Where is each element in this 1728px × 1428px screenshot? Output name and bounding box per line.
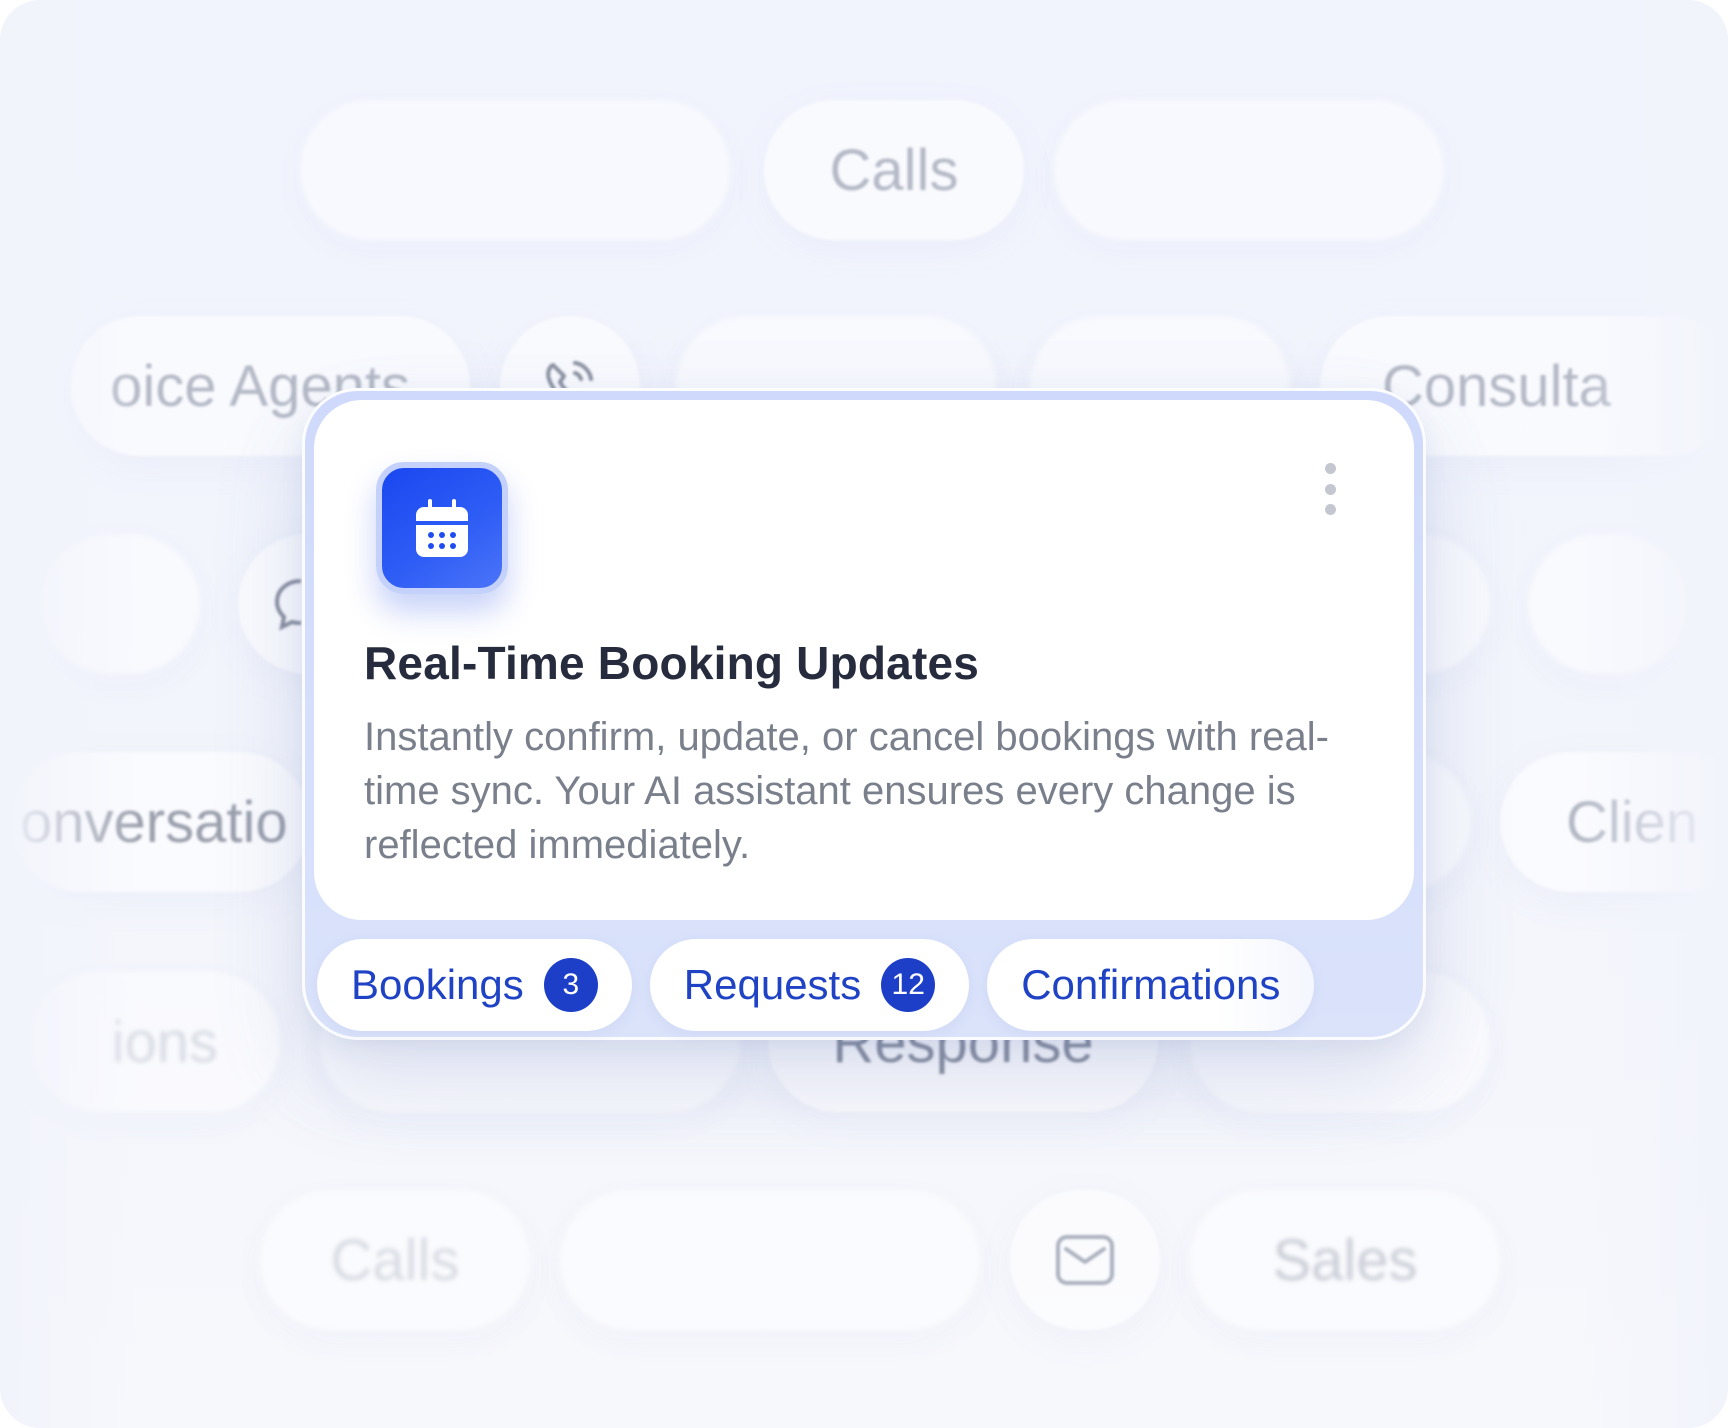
card-title: Real-Time Booking Updates	[364, 637, 980, 689]
feature-card-body: Real-Time Booking Updates Instantly conf…	[314, 400, 1414, 920]
kebab-menu-icon[interactable]	[1320, 463, 1340, 515]
tab-row: Bookings 3 Requests 12 Confirmations	[317, 939, 1315, 1031]
bg-chip-blank	[1528, 534, 1688, 674]
edge-fade-right	[1578, 0, 1728, 1428]
bg-chip-blank	[560, 1190, 980, 1330]
tab-bookings[interactable]: Bookings 3	[317, 939, 632, 1031]
count-badge: 12	[881, 958, 936, 1012]
bg-chip-blank	[1054, 100, 1444, 240]
mail-icon	[1010, 1190, 1160, 1330]
bg-chip-blank	[300, 100, 730, 240]
tab-confirmations[interactable]: Confirmations	[987, 939, 1315, 1031]
tab-label: Bookings	[351, 961, 524, 1008]
bg-chip-calls: Calls	[764, 100, 1024, 240]
bg-chip-conversations: onversatio	[10, 752, 310, 892]
calendar-icon-glyph	[416, 499, 468, 557]
bg-chip-calls-bottom: Calls	[260, 1190, 530, 1330]
calendar-icon	[376, 462, 508, 594]
tab-requests[interactable]: Requests 12	[649, 939, 970, 1031]
feature-card: Real-Time Booking Updates Instantly conf…	[302, 388, 1426, 1040]
canvas: Calls oice Agents Consulta onversatio Cl…	[0, 0, 1728, 1428]
bg-chip-actions: ions	[30, 972, 280, 1112]
tab-label: Confirmations	[1021, 961, 1281, 1008]
edge-fade-left	[0, 0, 140, 1428]
bg-chip-clients: Clien	[1500, 752, 1728, 892]
bg-chip-sales: Sales	[1190, 1190, 1500, 1330]
bg-chip-blank	[40, 534, 200, 674]
card-description: Instantly confirm, update, or cancel boo…	[364, 715, 1329, 867]
count-badge: 3	[543, 958, 598, 1012]
tab-label: Requests	[683, 961, 862, 1008]
